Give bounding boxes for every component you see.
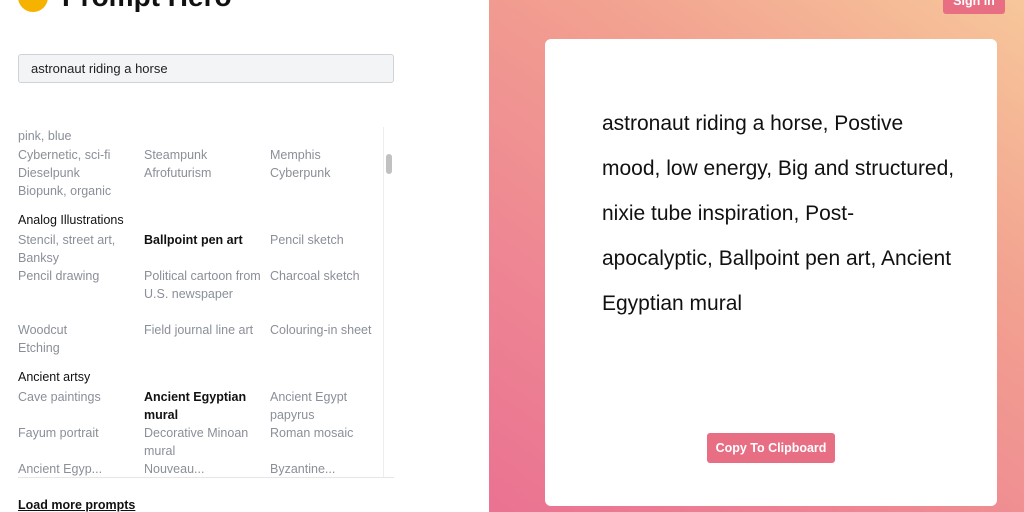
sign-in-button[interactable]: Sign in <box>943 0 1005 14</box>
style-option[interactable]: pink, blue <box>18 127 138 145</box>
scrollbar-thumb[interactable] <box>386 154 392 174</box>
style-option[interactable]: Cyberpunk <box>270 164 382 182</box>
style-option[interactable]: Byzantine... <box>270 460 382 477</box>
style-option[interactable]: Cave paintings <box>18 388 138 406</box>
style-option[interactable]: Political cartoon from U.S. newspaper <box>144 267 262 303</box>
style-option[interactable]: Colouring-in sheet <box>270 321 382 339</box>
search-input[interactable] <box>18 54 394 83</box>
copy-to-clipboard-button[interactable]: Copy To Clipboard <box>707 433 835 463</box>
style-option[interactable]: Afrofuturism <box>144 164 262 182</box>
load-more-link[interactable]: Load more prompts <box>18 498 135 512</box>
style-option[interactable]: Decorative Minoan mural <box>144 424 262 460</box>
logo-icon <box>18 0 48 12</box>
style-option[interactable]: Fayum portrait <box>18 424 138 442</box>
scrollbar-track[interactable] <box>383 127 395 477</box>
generated-prompt: astronaut riding a horse, Postive mood, … <box>602 112 955 315</box>
category-heading: Ancient artsy <box>18 370 91 384</box>
style-option[interactable]: Nouveau... <box>144 460 262 477</box>
style-option-selected[interactable]: Ancient Egyptian mural <box>144 388 262 424</box>
style-option[interactable]: Stencil, street art, Banksy <box>18 231 138 267</box>
style-option[interactable]: Woodcut <box>18 321 138 339</box>
brand-header: Prompt Hero <box>18 0 232 12</box>
brand-title: Prompt Hero <box>62 0 232 12</box>
left-panel: Prompt Hero pink, blue Cybernetic, sci-f… <box>0 0 489 512</box>
style-option-selected[interactable]: Ballpoint pen art <box>144 231 262 249</box>
style-option[interactable]: Field journal line art <box>144 321 262 339</box>
style-option[interactable]: Ancient Egyp... <box>18 460 138 477</box>
style-option[interactable]: Etching <box>18 339 138 357</box>
prompt-card: astronaut riding a horse, Postive mood, … <box>545 39 997 506</box>
style-option[interactable]: Cybernetic, sci-fi <box>18 146 138 164</box>
style-option[interactable]: Pencil drawing <box>18 267 138 285</box>
style-option[interactable]: Roman mosaic <box>270 424 382 442</box>
style-option[interactable]: Dieselpunk <box>18 164 138 182</box>
style-option[interactable]: Steampunk <box>144 146 262 164</box>
style-option[interactable]: Pencil sketch <box>270 231 382 249</box>
style-option[interactable]: Ancient Egypt papyrus <box>270 388 382 424</box>
category-heading: Analog Illustrations <box>18 213 124 227</box>
style-option[interactable]: Memphis <box>270 146 382 164</box>
style-list: pink, blue Cybernetic, sci-fi Steampunk … <box>18 127 394 478</box>
style-option[interactable]: Charcoal sketch <box>270 267 382 285</box>
style-option[interactable]: Biopunk, organic <box>18 182 138 200</box>
